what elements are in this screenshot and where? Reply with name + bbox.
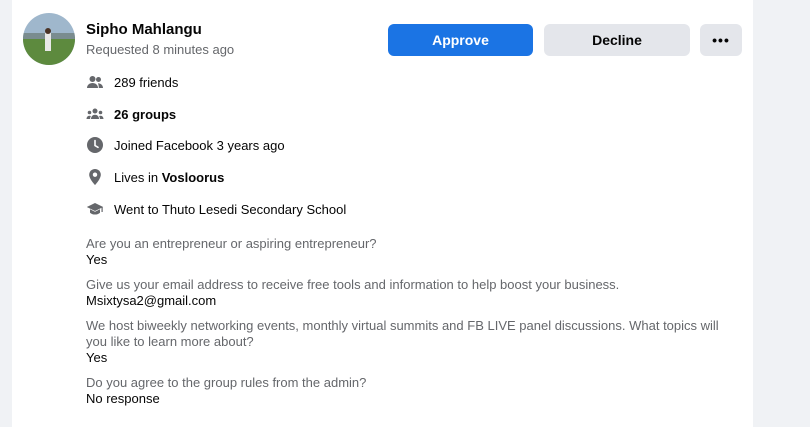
education-row: Went to Thuto Lesedi Secondary School [86, 199, 346, 219]
question-text: We host biweekly networking events, mont… [86, 318, 719, 349]
education-text: Went to Thuto Lesedi Secondary School [114, 201, 347, 217]
answer-text: Yes [86, 252, 108, 267]
more-options-button[interactable]: ••• [700, 24, 742, 56]
request-time: Requested 8 minutes ago [86, 42, 235, 57]
approve-button[interactable]: Approve [388, 24, 533, 56]
groups-count: 26 groups [114, 106, 177, 122]
location-pin-icon [86, 168, 104, 186]
friends-icon [86, 73, 104, 91]
avatar[interactable] [23, 13, 75, 65]
friends-row: 289 friends [86, 72, 178, 92]
lives-label: Lives in [114, 169, 162, 185]
question-answer-1: Are you an entrepreneur or aspiring entr… [86, 236, 736, 268]
decline-button[interactable]: Decline [544, 24, 690, 56]
question-answer-4: Do you agree to the group rules from the… [86, 375, 736, 407]
answer-text: No response [86, 391, 160, 406]
question-answer-2: Give us your email address to receive fr… [86, 277, 736, 309]
question-text: Give us your email address to receive fr… [86, 277, 620, 292]
clock-icon [86, 136, 104, 154]
member-request-card: Sipho Mahlangu Requested 8 minutes ago A… [12, 0, 753, 427]
graduation-cap-icon [86, 200, 104, 218]
question-text: Are you an entrepreneur or aspiring entr… [86, 236, 377, 251]
question-answer-3: We host biweekly networking events, mont… [86, 318, 736, 366]
groups-icon [86, 105, 104, 123]
answer-text: Yes [86, 350, 108, 365]
question-text: Do you agree to the group rules from the… [86, 375, 367, 390]
joined-text: Joined Facebook 3 years ago [114, 137, 285, 153]
lives-place[interactable]: Vosloorus [162, 170, 225, 185]
lives-row: Lives in Vosloorus [86, 167, 224, 187]
member-name[interactable]: Sipho Mahlangu [86, 21, 202, 38]
friends-count: 289 friends [114, 74, 179, 90]
groups-row: 26 groups [86, 104, 176, 124]
answer-text: Msixtysa2@gmail.com [86, 293, 217, 308]
joined-row: Joined Facebook 3 years ago [86, 135, 285, 155]
